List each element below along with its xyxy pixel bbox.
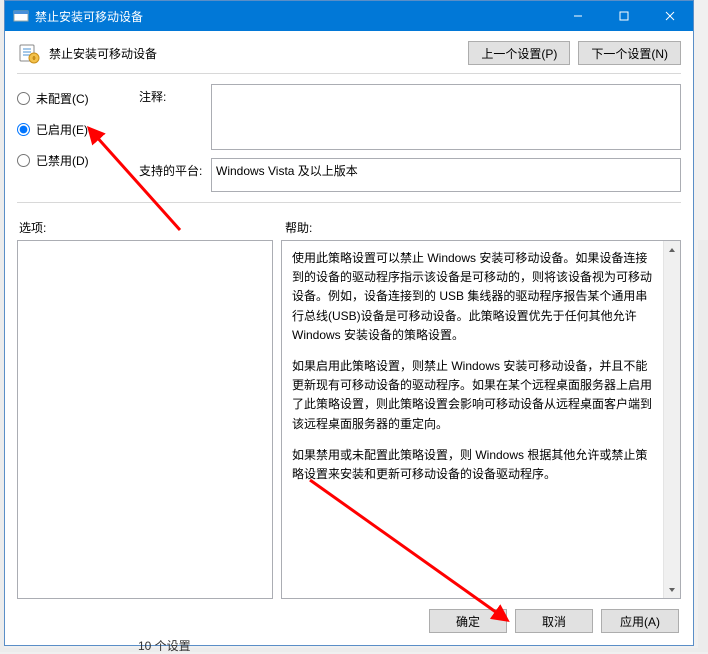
policy-title: 禁止安装可移动设备 (49, 45, 460, 62)
options-label: 选项: (17, 219, 277, 236)
window-icon (13, 8, 29, 24)
radio-disabled-label: 已禁用(D) (36, 152, 89, 169)
titlebar: 禁止安装可移动设备 (5, 1, 693, 31)
comment-label: 注释: (139, 84, 203, 150)
radio-not-configured-label: 未配置(C) (36, 90, 89, 107)
comment-row: 注释: (139, 84, 681, 150)
help-scrollbar[interactable] (663, 241, 680, 598)
help-label: 帮助: (277, 219, 681, 236)
radio-disabled-input[interactable] (17, 154, 30, 167)
next-setting-button[interactable]: 下一个设置(N) (578, 41, 681, 65)
help-paragraph-2: 如果启用此策略设置，则禁止 Windows 安装可移动设备，并且不能更新现有可移… (292, 357, 653, 434)
radio-enabled-label: 已启用(E) (36, 121, 88, 138)
content-area: 禁止安装可移动设备 上一个设置(P) 下一个设置(N) 未配置(C) 已启用(E… (5, 31, 693, 645)
radio-enabled-input[interactable] (17, 123, 30, 136)
comment-input[interactable] (211, 84, 681, 150)
bg-strip-bottom (0, 648, 708, 652)
stray-count-text: 10 个设置 (138, 637, 191, 654)
help-paragraph-3: 如果禁用或未配置此策略设置，则 Windows 根据其他允许或禁止策略设置来安装… (292, 446, 653, 484)
separator (17, 73, 681, 74)
bg-strip-right (698, 240, 708, 650)
right-column: 注释: 支持的平台: Windows Vista 及以上版本 (139, 84, 681, 192)
help-paragraph-1: 使用此策略设置可以禁止 Windows 安装可移动设备。如果设备连接到的设备的驱… (292, 249, 653, 345)
scroll-down-button[interactable] (664, 581, 680, 598)
scroll-track[interactable] (664, 258, 680, 581)
radio-not-configured[interactable]: 未配置(C) (17, 90, 127, 107)
help-panel: 使用此策略设置可以禁止 Windows 安装可移动设备。如果设备连接到的设备的驱… (281, 240, 681, 599)
ok-button[interactable]: 确定 (429, 609, 507, 633)
platform-label: 支持的平台: (139, 158, 203, 192)
options-panel (17, 240, 273, 599)
panels: 使用此策略设置可以禁止 Windows 安装可移动设备。如果设备连接到的设备的驱… (17, 240, 681, 599)
policy-editor-window: 禁止安装可移动设备 (4, 0, 694, 646)
header-row: 禁止安装可移动设备 上一个设置(P) 下一个设置(N) (17, 41, 681, 71)
radio-column: 未配置(C) 已启用(E) 已禁用(D) (17, 84, 127, 192)
platform-value: Windows Vista 及以上版本 (211, 158, 681, 192)
radio-enabled[interactable]: 已启用(E) (17, 121, 127, 138)
apply-button[interactable]: 应用(A) (601, 609, 679, 633)
policy-icon (17, 41, 41, 65)
scroll-up-button[interactable] (664, 241, 680, 258)
footer-buttons: 确定 取消 应用(A) (17, 599, 681, 635)
help-text: 使用此策略设置可以禁止 Windows 安装可移动设备。如果设备连接到的设备的驱… (282, 241, 663, 598)
config-area: 未配置(C) 已启用(E) 已禁用(D) 注释: 支持的平台: (17, 84, 681, 192)
radio-not-configured-input[interactable] (17, 92, 30, 105)
mid-labels: 选项: 帮助: (17, 219, 681, 236)
platform-row: 支持的平台: Windows Vista 及以上版本 (139, 158, 681, 192)
prev-setting-button[interactable]: 上一个设置(P) (468, 41, 570, 65)
close-button[interactable] (647, 1, 693, 31)
radio-disabled[interactable]: 已禁用(D) (17, 152, 127, 169)
separator-2 (17, 202, 681, 203)
nav-buttons: 上一个设置(P) 下一个设置(N) (468, 41, 681, 65)
cancel-button[interactable]: 取消 (515, 609, 593, 633)
maximize-button[interactable] (601, 1, 647, 31)
window-title: 禁止安装可移动设备 (35, 8, 555, 25)
minimize-button[interactable] (555, 1, 601, 31)
